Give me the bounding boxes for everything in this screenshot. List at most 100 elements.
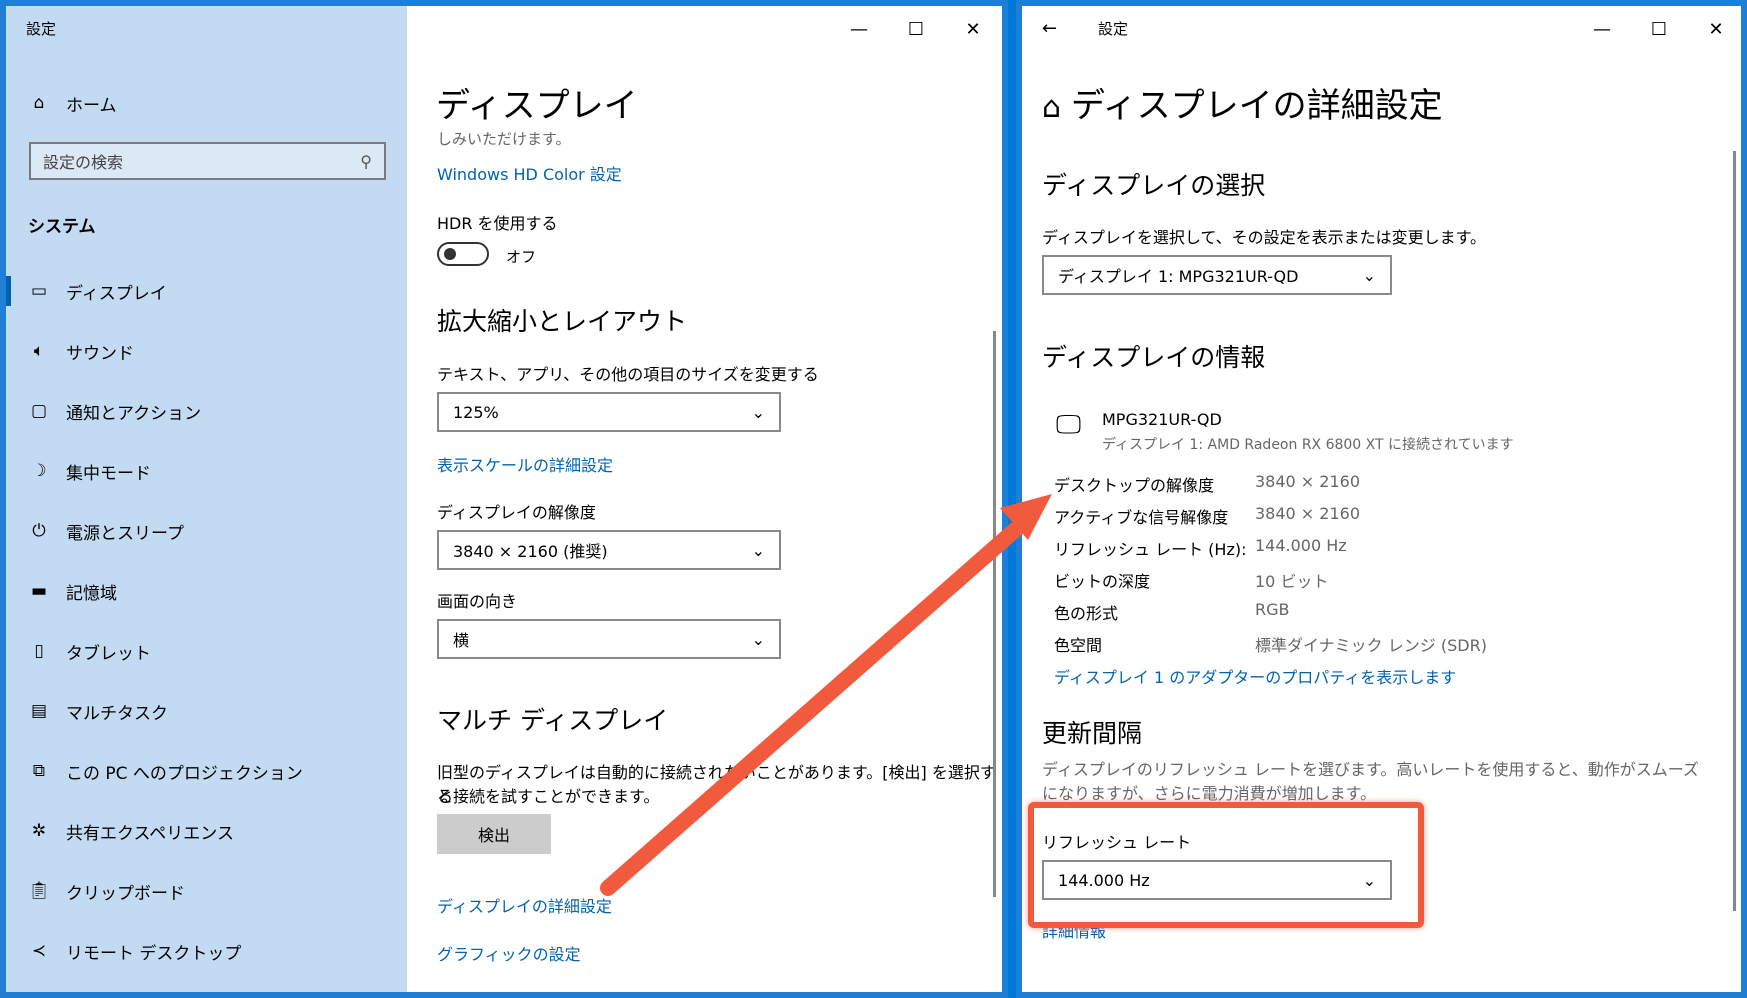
close-icon: ✕ [965,18,981,40]
hdr-state: オフ [506,248,537,266]
info-heading: ディスプレイの情報 [1042,343,1266,372]
home-icon: ⌂ [33,93,45,113]
scrollbar[interactable] [1733,151,1736,911]
window-title: 設定 [26,20,57,38]
detect-button[interactable]: 検出 [437,814,551,854]
chevron-down-icon: ⌄ [751,540,765,560]
multitask-icon: ▤ [30,701,48,721]
monitor-icon: 🖵︎ [1056,410,1082,440]
sidebar-item-label: この PC へのプロジェクション [66,763,303,784]
advanced-display-link[interactable]: ディスプレイの詳細設定 [437,893,612,917]
multi-desc-line2: と接続を試すことができます。 [437,787,660,806]
clipboard-icon: 📋︎ [28,881,50,901]
sidebar-item-label: サウンド [66,343,134,364]
info-value: 標準ダイナミック レンジ (SDR) [1255,636,1487,655]
sidebar-item-label: 集中モード [66,463,151,484]
sidebar: 設定 ⌂ ホーム 設定の検索 ⚲ システム ▭ ディスプレイ 🔈︎ サウンド ▢… [6,6,407,992]
chevron-down-icon: ⌄ [751,629,765,649]
info-label: 色空間 [1054,636,1103,655]
hdr-toggle[interactable] [437,242,489,266]
sidebar-item-power[interactable]: ⏻ 電源とスリープ [26,511,184,551]
truncated-text: しみいただけます。 [437,130,571,148]
info-label: デスクトップの解像度 [1054,476,1215,495]
sidebar-item-label: リモート デスクトップ [66,943,242,964]
search-input[interactable]: 設定の検索 ⚲ [29,142,386,180]
projection-icon: ⧉ [32,761,46,781]
sidebar-item-label: マルチタスク [66,703,168,724]
hdr-label: HDR を使用する [437,214,558,233]
close-button[interactable]: ✕ [1701,14,1731,44]
sidebar-item-sound[interactable]: 🔈︎ サウンド [26,331,134,371]
info-value: 3840 × 2160 [1255,504,1361,523]
monitor-connection: ディスプレイ 1: AMD Radeon RX 6800 XT に接続されていま… [1102,437,1514,453]
sidebar-item-projection[interactable]: ⧉ この PC へのプロジェクション [26,751,303,791]
notification-icon: ▢ [30,401,48,421]
search-placeholder: 設定の検索 [43,153,124,172]
info-label: ビットの深度 [1054,572,1151,591]
display-select-value: ディスプレイ 1: MPG321UR-QD [1058,267,1299,286]
share-icon: ✲ [31,821,47,841]
orientation-dropdown[interactable]: 横 ⌄ [437,619,781,659]
sidebar-item-label: タブレット [66,643,151,664]
sidebar-item-storage[interactable]: ▬ 記憶域 [26,571,117,611]
info-label: アクティブな信号解像度 [1054,508,1229,527]
sidebar-item-tablet[interactable]: ▯ タブレット [26,631,151,671]
size-label: テキスト、アプリ、その他の項目のサイズを変更する [437,365,819,384]
info-label: リフレッシュ レート (Hz): [1054,540,1247,559]
back-button[interactable]: ← [1042,18,1057,39]
info-value: 3840 × 2160 [1255,472,1361,491]
scale-advanced-link[interactable]: 表示スケールの詳細設定 [437,452,613,476]
storage-icon: ▬ [30,581,48,601]
settings-window-display: 設定 ⌂ ホーム 設定の検索 ⚲ システム ▭ ディスプレイ 🔈︎ サウンド ▢… [0,0,1008,998]
annotation-highlight-box [1028,802,1424,928]
sidebar-item-focus[interactable]: ☽ 集中モード [26,451,151,491]
hd-color-link[interactable]: Windows HD Color 設定 [437,161,622,185]
refresh-heading: 更新間隔 [1042,719,1143,748]
speaker-icon: 🔈︎ [33,341,45,361]
chevron-down-icon: ⌄ [751,402,765,422]
resolution-value: 3840 × 2160 (推奨) [453,542,608,561]
size-dropdown[interactable]: 125% ⌄ [437,392,781,432]
sidebar-item-label: ディスプレイ [66,283,167,304]
select-desc: ディスプレイを選択して、その設定を表示または変更します。 [1042,228,1487,247]
close-icon: ✕ [1708,18,1724,40]
orientation-label: 画面の向き [437,592,518,611]
maximize-button[interactable]: ☐ [1644,14,1674,44]
adapter-properties-link[interactable]: ディスプレイ 1 のアダプターのプロパティを表示します [1054,664,1456,688]
search-icon: ⚲ [360,151,372,171]
sidebar-item-shared[interactable]: ✲ 共有エクスペリエンス [26,811,234,851]
sidebar-item-label: 通知とアクション [66,403,202,424]
info-value: 144.000 Hz [1255,536,1347,555]
sidebar-item-notifications[interactable]: ▢ 通知とアクション [26,391,201,431]
scrollbar[interactable] [993,331,996,897]
resolution-dropdown[interactable]: 3840 × 2160 (推奨) ⌄ [437,530,781,570]
minimize-button[interactable]: — [844,14,874,44]
page-title: ディスプレイの詳細設定 [1071,86,1443,126]
sidebar-item-label: クリップボード [66,883,185,904]
close-button[interactable]: ✕ [958,14,988,44]
sidebar-item-label: 電源とスリープ [66,523,184,544]
section-title: システム [28,217,96,237]
moon-icon: ☽ [31,461,47,481]
display-select-dropdown[interactable]: ディスプレイ 1: MPG321UR-QD ⌄ [1042,255,1392,295]
home-icon: ⌂ [1042,90,1062,125]
nav-home[interactable]: ⌂ ホーム [26,83,117,123]
select-heading: ディスプレイの選択 [1042,171,1266,200]
minimize-icon: — [1593,18,1611,40]
resolution-label: ディスプレイの解像度 [437,503,596,522]
sidebar-item-remote-desktop[interactable]: ≺ リモート デスクトップ [26,931,242,971]
size-value: 125% [453,402,499,422]
graphics-settings-link[interactable]: グラフィックの設定 [437,941,581,965]
maximize-icon: ☐ [1650,18,1668,40]
monitor-icon: ▭ [30,281,48,301]
sidebar-item-display[interactable]: ▭ ディスプレイ [26,271,167,311]
chevron-down-icon: ⌄ [1362,265,1376,285]
tablet-icon: ▯ [34,641,44,661]
sidebar-item-multitask[interactable]: ▤ マルチタスク [26,691,168,731]
power-icon: ⏻ [32,521,46,541]
minimize-button[interactable]: — [1587,14,1617,44]
nav-home-label: ホーム [66,95,117,116]
sidebar-item-label: 共有エクスペリエンス [66,823,234,844]
maximize-button[interactable]: ☐ [901,14,931,44]
sidebar-item-clipboard[interactable]: 📋︎ クリップボード [26,871,185,911]
